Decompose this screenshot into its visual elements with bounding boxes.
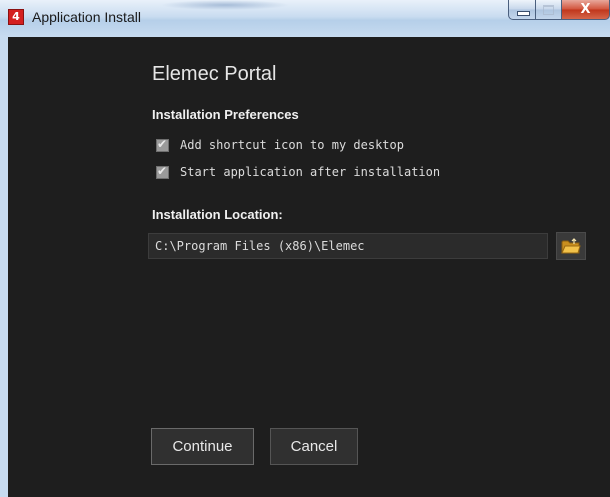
maximize-button — [536, 0, 562, 20]
checkmark-icon: ✔ — [157, 136, 168, 151]
title-bar[interactable]: 4 Application Install X — [0, 0, 610, 37]
app-logo-icon: 4 — [8, 9, 24, 25]
install-location-input[interactable] — [148, 233, 548, 259]
cancel-button[interactable]: Cancel — [270, 428, 358, 465]
preferences-heading: Installation Preferences — [152, 107, 299, 122]
install-window: 4 Application Install X Elemec Portal In… — [0, 0, 610, 497]
minimize-button[interactable] — [508, 0, 536, 20]
checkmark-icon: ✔ — [157, 163, 168, 178]
window-controls: X — [508, 0, 610, 22]
start-after-install-option[interactable]: ✔ Start application after installation — [156, 164, 440, 180]
folder-icon — [561, 237, 581, 253]
title-bar-glow — [160, 0, 290, 10]
minimize-icon — [517, 11, 530, 16]
desktop-shortcut-label[interactable]: Add shortcut icon to my desktop — [180, 138, 404, 152]
content-area: Elemec Portal Installation Preferences ✔… — [0, 37, 610, 497]
app-title: Elemec Portal — [152, 63, 277, 85]
desktop-shortcut-checkbox[interactable]: ✔ — [156, 136, 169, 152]
close-icon: X — [580, 2, 591, 17]
continue-button[interactable]: Continue — [151, 428, 254, 465]
close-button[interactable]: X — [562, 0, 610, 20]
desktop-shortcut-option[interactable]: ✔ Add shortcut icon to my desktop — [156, 137, 404, 153]
location-heading: Installation Location: — [152, 207, 283, 222]
start-after-install-checkbox[interactable]: ✔ — [156, 163, 169, 179]
window-left-border — [0, 37, 8, 497]
maximize-icon — [543, 5, 554, 15]
window-title: Application Install — [32, 9, 141, 25]
browse-folder-button[interactable] — [556, 232, 586, 260]
start-after-install-label[interactable]: Start application after installation — [180, 165, 440, 179]
